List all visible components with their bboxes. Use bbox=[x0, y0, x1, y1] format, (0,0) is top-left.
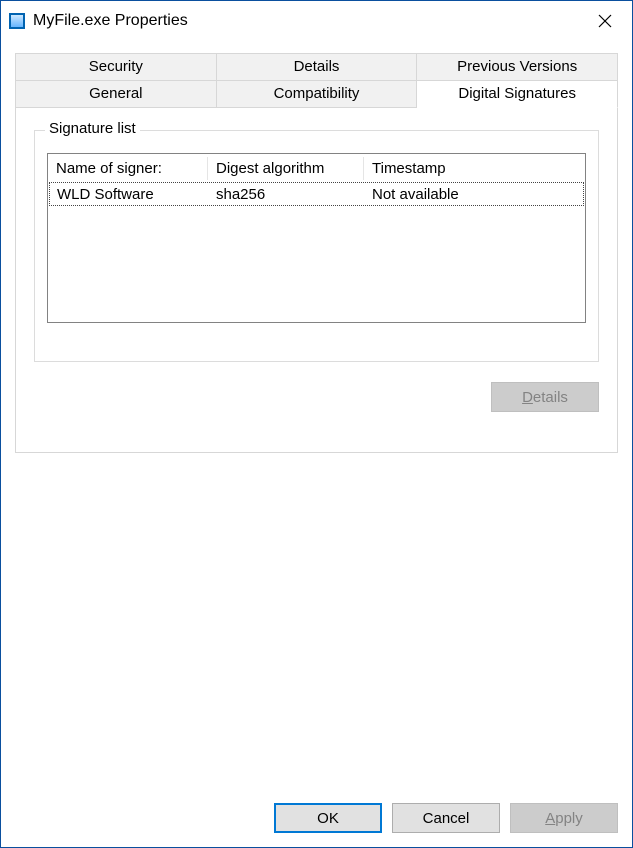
ok-button-label: OK bbox=[317, 810, 339, 827]
listview-header: Name of signer: Digest algorithm Timesta… bbox=[48, 154, 585, 182]
cell-digest: sha256 bbox=[209, 185, 365, 204]
tab-label: Compatibility bbox=[274, 85, 360, 102]
col-timestamp[interactable]: Timestamp bbox=[364, 157, 585, 180]
col-digest[interactable]: Digest algorithm bbox=[208, 157, 364, 180]
app-icon bbox=[9, 13, 25, 29]
tab-digital-signatures[interactable]: Digital Signatures bbox=[417, 81, 618, 108]
col-signer[interactable]: Name of signer: bbox=[48, 157, 208, 180]
dialog-footer: OK Cancel Apply bbox=[1, 803, 632, 847]
titlebar: MyFile.exe Properties bbox=[1, 1, 632, 41]
details-button-row: Details bbox=[34, 382, 599, 412]
tab-strip: Security Details Previous Versions Gener… bbox=[15, 53, 618, 108]
close-icon bbox=[598, 14, 612, 28]
tab-label: Digital Signatures bbox=[458, 85, 576, 102]
signature-list-group: Signature list Name of signer: Digest al… bbox=[34, 130, 599, 362]
tab-label: Details bbox=[294, 58, 340, 75]
details-button-label: Details bbox=[522, 389, 568, 406]
tab-label: Security bbox=[89, 58, 143, 75]
close-button[interactable] bbox=[582, 5, 628, 37]
apply-button: Apply bbox=[510, 803, 618, 833]
properties-dialog: MyFile.exe Properties Security Details P… bbox=[0, 0, 633, 848]
client-area: Security Details Previous Versions Gener… bbox=[1, 41, 632, 803]
cancel-button-label: Cancel bbox=[423, 810, 470, 827]
tab-general[interactable]: General bbox=[15, 81, 217, 108]
tab-compatibility[interactable]: Compatibility bbox=[217, 81, 418, 108]
cell-timestamp: Not available bbox=[365, 185, 583, 204]
cell-signer: WLD Software bbox=[50, 185, 209, 204]
signature-row[interactable]: WLD Software sha256 Not available bbox=[49, 182, 584, 206]
group-legend: Signature list bbox=[45, 120, 140, 137]
tab-label: General bbox=[89, 85, 142, 102]
tab-label: Previous Versions bbox=[457, 58, 577, 75]
ok-button[interactable]: OK bbox=[274, 803, 382, 833]
tab-previous-versions[interactable]: Previous Versions bbox=[417, 53, 618, 81]
cancel-button[interactable]: Cancel bbox=[392, 803, 500, 833]
details-button: Details bbox=[491, 382, 599, 412]
tab-page-digital-signatures: Signature list Name of signer: Digest al… bbox=[15, 108, 618, 453]
tab-security[interactable]: Security bbox=[15, 53, 217, 81]
apply-button-label: Apply bbox=[545, 810, 583, 827]
window-title: MyFile.exe Properties bbox=[33, 12, 582, 30]
tab-details[interactable]: Details bbox=[217, 53, 418, 81]
signature-listview[interactable]: Name of signer: Digest algorithm Timesta… bbox=[47, 153, 586, 323]
